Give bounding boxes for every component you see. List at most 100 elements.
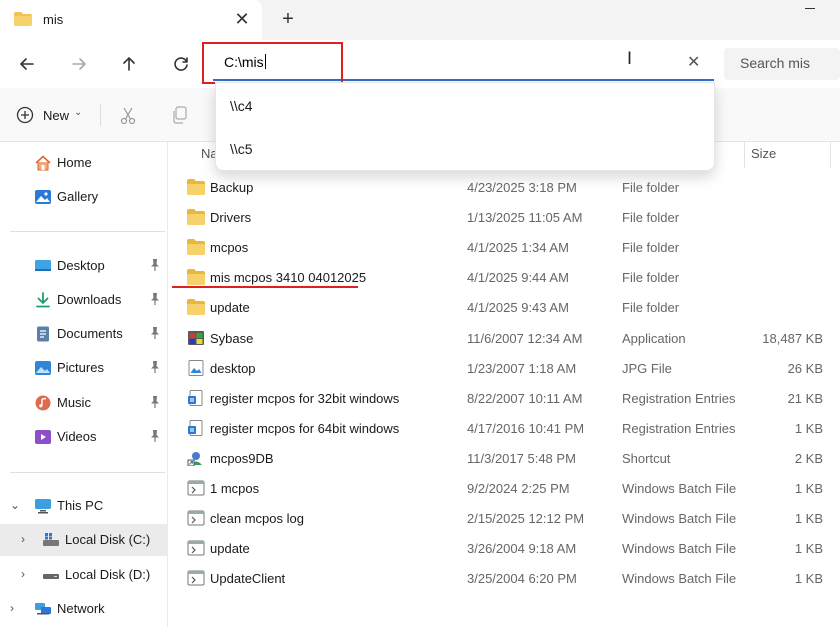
up-button[interactable] xyxy=(116,51,142,77)
file-row[interactable]: register mcpos for 64bit windows 4/17/201… xyxy=(169,413,840,443)
file-date-modified: 11/3/2017 5:48 PM xyxy=(467,450,576,466)
sidebar-item-local-disk-c[interactable]: › Local Disk (C:) xyxy=(0,524,167,556)
folder-icon xyxy=(187,299,205,316)
file-row[interactable]: update 4/1/2025 9:43 AM File folder xyxy=(169,292,840,322)
arrow-left-icon xyxy=(20,58,34,70)
folder-icon xyxy=(187,179,205,195)
pin-icon[interactable] xyxy=(149,429,161,443)
forward-button[interactable] xyxy=(66,51,92,77)
file-date-modified: 4/17/2016 10:41 PM xyxy=(467,420,585,436)
sidebar-item-this-pc[interactable]: ⌄ This PC xyxy=(0,490,167,522)
column-divider[interactable] xyxy=(744,142,745,168)
new-tab-button[interactable]: + xyxy=(277,7,299,31)
batch-file-icon xyxy=(187,540,205,556)
desktop-icon xyxy=(35,260,51,271)
sidebar-item-videos[interactable]: Videos xyxy=(0,421,167,453)
sidebar-item-local-disk-d[interactable]: › Local Disk (D:) xyxy=(0,559,167,591)
tab-mis[interactable]: mis ✕ xyxy=(0,0,262,40)
file-row[interactable]: desktop 1/23/2007 1:18 AM JPG File 26 KB xyxy=(169,353,840,383)
search-input[interactable]: Search mis xyxy=(740,55,810,71)
file-size: 1 KB xyxy=(794,481,823,496)
file-type: File folder xyxy=(622,300,680,316)
pin-icon[interactable] xyxy=(149,395,161,409)
cut-icon[interactable] xyxy=(118,106,138,126)
suggestion-item[interactable]: \\c5 xyxy=(216,128,714,170)
file-name: update xyxy=(210,300,250,316)
file-row[interactable]: mcpos9DB 11/3/2017 5:48 PM Shortcut 2 KB xyxy=(169,443,840,473)
home-icon xyxy=(35,155,51,171)
pin-icon[interactable] xyxy=(149,326,161,340)
file-row[interactable]: Backup 4/23/2025 3:18 PM File folder xyxy=(169,172,840,202)
batch-file-icon xyxy=(187,510,205,526)
file-type: Shortcut xyxy=(622,450,671,466)
shortcut-icon xyxy=(187,451,202,466)
sidebar-item-network[interactable]: › Network xyxy=(0,593,167,625)
address-bar[interactable]: C:\mis I ✕ xyxy=(213,46,714,81)
refresh-button[interactable] xyxy=(168,51,194,77)
chevron-right-icon[interactable]: › xyxy=(21,532,25,546)
file-type: File folder xyxy=(622,180,680,195)
file-name: 1 mcpos xyxy=(210,481,260,496)
file-type: Application xyxy=(622,330,686,346)
sidebar-item-pictures[interactable]: Pictures xyxy=(0,352,167,384)
file-date-modified: 1/13/2025 11:05 AM xyxy=(467,210,583,226)
folder-icon xyxy=(187,239,205,256)
image-icon xyxy=(188,359,204,376)
file-row[interactable]: register mcpos for 32bit windows 8/22/200… xyxy=(169,383,840,413)
file-name: register mcpos for 32bit windows xyxy=(210,390,400,406)
sidebar-item-home[interactable]: Home xyxy=(0,147,167,179)
folder-icon xyxy=(187,209,205,226)
file-date-modified: 3/25/2004 6:20 PM xyxy=(467,571,577,587)
back-button[interactable] xyxy=(14,51,40,77)
chevron-right-icon[interactable]: › xyxy=(10,601,14,615)
file-row[interactable]: clean mcpos log 2/15/2025 12:12 PM Windows… xyxy=(169,503,840,533)
file-row[interactable]: UpdateClient 3/25/2004 6:20 PM Windows Bat… xyxy=(169,563,840,593)
registry-icon xyxy=(188,419,203,436)
minimize-icon[interactable] xyxy=(805,8,815,9)
file-size: 2 KB xyxy=(794,450,823,466)
address-input[interactable]: C:\mis xyxy=(224,54,266,70)
file-name: Sybase xyxy=(210,330,254,346)
file-type: Registration Entries xyxy=(622,420,736,436)
file-row[interactable]: mcpos 4/1/2025 1:34 AM File folder xyxy=(169,232,840,262)
chevron-right-icon[interactable]: › xyxy=(21,567,25,581)
file-type: Registration Entries xyxy=(622,390,736,406)
column-header-size[interactable]: Size xyxy=(751,146,776,161)
tab-title: mis xyxy=(43,12,64,27)
folder-icon xyxy=(14,12,32,26)
clear-address-icon[interactable]: ✕ xyxy=(687,52,700,72)
batch-file-icon xyxy=(187,570,205,586)
file-row[interactable]: 1 mcpos 9/2/2024 2:25 PM Windows Batch Fil… xyxy=(169,473,840,503)
sidebar-item-desktop[interactable]: Desktop xyxy=(0,250,167,282)
registry-icon xyxy=(188,389,203,406)
pin-icon[interactable] xyxy=(149,292,161,306)
column-divider[interactable] xyxy=(830,142,831,168)
file-name: mcpos9DB xyxy=(210,450,274,466)
search-box[interactable]: Search mis xyxy=(724,48,840,80)
tab-close-icon[interactable]: ✕ xyxy=(233,8,251,30)
file-row[interactable]: Drivers 1/13/2025 11:05 AM File folder xyxy=(169,202,840,232)
file-row[interactable]: update 3/26/2004 9:18 AM Windows Batch Fil… xyxy=(169,533,840,563)
file-type: Windows Batch File xyxy=(622,511,737,527)
file-date-modified: 4/1/2025 9:44 AM xyxy=(467,270,569,286)
file-name: update xyxy=(210,541,250,557)
pin-icon[interactable] xyxy=(149,360,161,374)
file-list: Na Size Backup 4/23/2025 3:18 PM File fold… xyxy=(169,142,840,627)
sidebar-item-music[interactable]: Music xyxy=(0,387,167,419)
suggestion-item[interactable]: \\c4 xyxy=(216,85,714,127)
file-row[interactable]: Sybase 11/6/2007 12:34 AM Application 18,48… xyxy=(169,323,840,353)
pin-icon[interactable] xyxy=(149,258,161,272)
file-name: register mcpos for 64bit windows xyxy=(210,420,400,436)
sidebar-item-gallery[interactable]: Gallery xyxy=(0,181,167,213)
sidebar-item-downloads[interactable]: Downloads xyxy=(0,284,167,316)
text-cursor-icon: I xyxy=(627,49,633,69)
file-date-modified: 4/1/2025 9:43 AM xyxy=(467,300,569,316)
download-icon xyxy=(36,292,50,308)
file-name: UpdateClient xyxy=(210,571,286,587)
chevron-down-icon[interactable]: ⌄ xyxy=(10,498,20,512)
sidebar-item-documents[interactable]: Documents xyxy=(0,318,167,350)
file-date-modified: 3/26/2004 9:18 AM xyxy=(467,541,577,557)
copy-icon[interactable] xyxy=(171,106,189,124)
command-divider xyxy=(100,104,101,126)
videos-icon xyxy=(35,430,51,444)
